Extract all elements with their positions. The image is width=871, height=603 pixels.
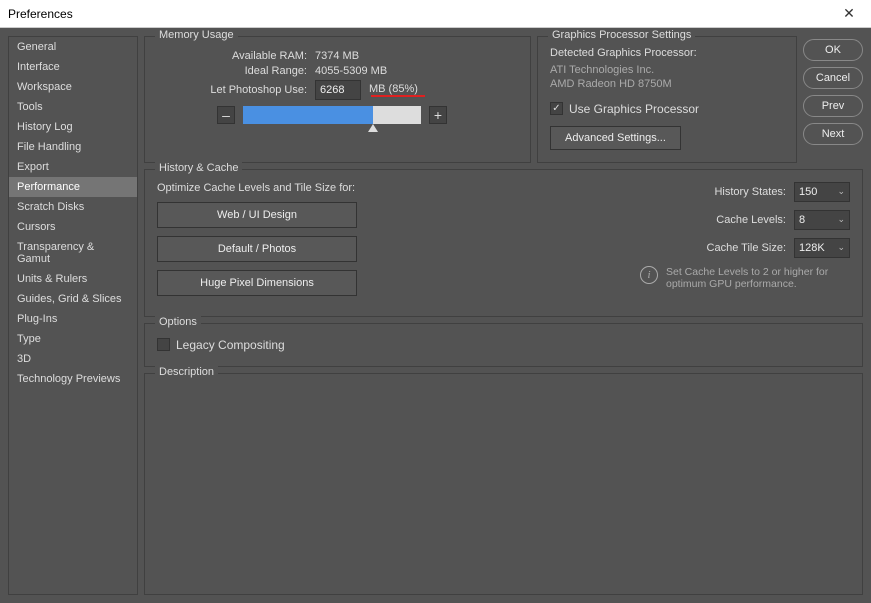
sidebar-item-workspace[interactable]: Workspace [9,77,137,97]
history-cache-group: History & Cache Optimize Cache Levels an… [144,169,863,317]
ideal-range-value: 4055-5309 MB [315,65,387,77]
sidebar-item-file-handling[interactable]: File Handling [9,137,137,157]
sidebar-item-3d[interactable]: 3D [9,349,137,369]
detected-gpu-label: Detected Graphics Processor: [550,47,784,59]
sidebar-item-scratch-disks[interactable]: Scratch Disks [9,197,137,217]
history-states-select[interactable]: 150⌄ [794,182,850,202]
history-legend: History & Cache [155,162,242,174]
memory-slider-thumb[interactable] [368,124,378,132]
titlebar: Preferences ✕ [0,0,871,28]
memory-slider[interactable] [243,106,421,124]
dialog-buttons: OK Cancel Prev Next [803,36,863,163]
advanced-settings-button[interactable]: Advanced Settings... [550,126,681,150]
sidebar-item-general[interactable]: General [9,37,137,57]
cache-tile-size-select[interactable]: 128K⌄ [794,238,850,258]
window-title: Preferences [8,7,835,21]
use-unit: MB (85%) [369,83,425,95]
legacy-compositing-checkbox[interactable] [157,338,170,351]
prev-button[interactable]: Prev [803,95,863,117]
memory-slider-fill [243,106,373,124]
top-row: Memory Usage Available RAM: 7374 MB Idea… [144,36,863,163]
cache-levels-select[interactable]: 8⌄ [794,210,850,230]
sidebar: General Interface Workspace Tools Histor… [8,36,138,595]
options-legend: Options [155,316,201,328]
gpu-vendor: ATI Technologies Inc. [550,64,654,76]
web-ui-design-button[interactable]: Web / UI Design [157,202,357,228]
let-use-label: Let Photoshop Use: [157,84,307,96]
history-states-label: History States: [570,186,786,198]
memory-decrease-button[interactable]: – [217,106,235,124]
annotation-underline [371,95,425,97]
sidebar-item-export[interactable]: Export [9,157,137,177]
photoshop-use-input[interactable] [315,80,361,100]
chevron-down-icon: ⌄ [837,186,845,197]
use-gpu-checkbox[interactable]: ✓ [550,102,563,115]
gpu-legend: Graphics Processor Settings [548,29,695,41]
sidebar-item-tools[interactable]: Tools [9,97,137,117]
sidebar-item-plug-ins[interactable]: Plug-Ins [9,309,137,329]
memory-legend: Memory Usage [155,29,238,41]
cancel-button[interactable]: Cancel [803,67,863,89]
sidebar-item-cursors[interactable]: Cursors [9,217,137,237]
chevron-down-icon: ⌄ [837,214,845,225]
sidebar-item-performance[interactable]: Performance [9,177,137,197]
huge-pixel-button[interactable]: Huge Pixel Dimensions [157,270,357,296]
default-photos-button[interactable]: Default / Photos [157,236,357,262]
sidebar-item-units-rulers[interactable]: Units & Rulers [9,269,137,289]
available-ram-label: Available RAM: [157,50,307,62]
cache-tile-size-label: Cache Tile Size: [570,242,786,254]
available-ram-value: 7374 MB [315,50,359,62]
sidebar-item-interface[interactable]: Interface [9,57,137,77]
sidebar-item-guides-grid-slices[interactable]: Guides, Grid & Slices [9,289,137,309]
chevron-down-icon: ⌄ [837,242,845,253]
cache-levels-label: Cache Levels: [570,214,786,226]
sidebar-item-transparency-gamut[interactable]: Transparency & Gamut [9,237,137,269]
description-legend: Description [155,366,218,378]
gpu-info: ATI Technologies Inc. AMD Radeon HD 8750… [550,63,784,92]
options-group: Options Legacy Compositing [144,323,863,367]
sidebar-item-technology-previews[interactable]: Technology Previews [9,369,137,389]
main-panel: Memory Usage Available RAM: 7374 MB Idea… [144,36,863,595]
use-gpu-label: Use Graphics Processor [569,102,699,116]
ok-button[interactable]: OK [803,39,863,61]
gpu-settings-group: Graphics Processor Settings Detected Gra… [537,36,797,163]
info-icon: i [640,266,658,284]
sidebar-item-type[interactable]: Type [9,329,137,349]
gpu-device: AMD Radeon HD 8750M [550,78,672,90]
next-button[interactable]: Next [803,123,863,145]
sidebar-item-history-log[interactable]: History Log [9,117,137,137]
memory-usage-group: Memory Usage Available RAM: 7374 MB Idea… [144,36,531,163]
legacy-compositing-label: Legacy Compositing [176,338,285,352]
memory-increase-button[interactable]: + [429,106,447,124]
ideal-range-label: Ideal Range: [157,65,307,77]
close-icon[interactable]: ✕ [835,5,863,22]
optimize-label: Optimize Cache Levels and Tile Size for: [157,182,550,194]
gpu-hint-text: Set Cache Levels to 2 or higher for opti… [666,266,836,291]
content: General Interface Workspace Tools Histor… [0,28,871,603]
description-group: Description [144,373,863,595]
